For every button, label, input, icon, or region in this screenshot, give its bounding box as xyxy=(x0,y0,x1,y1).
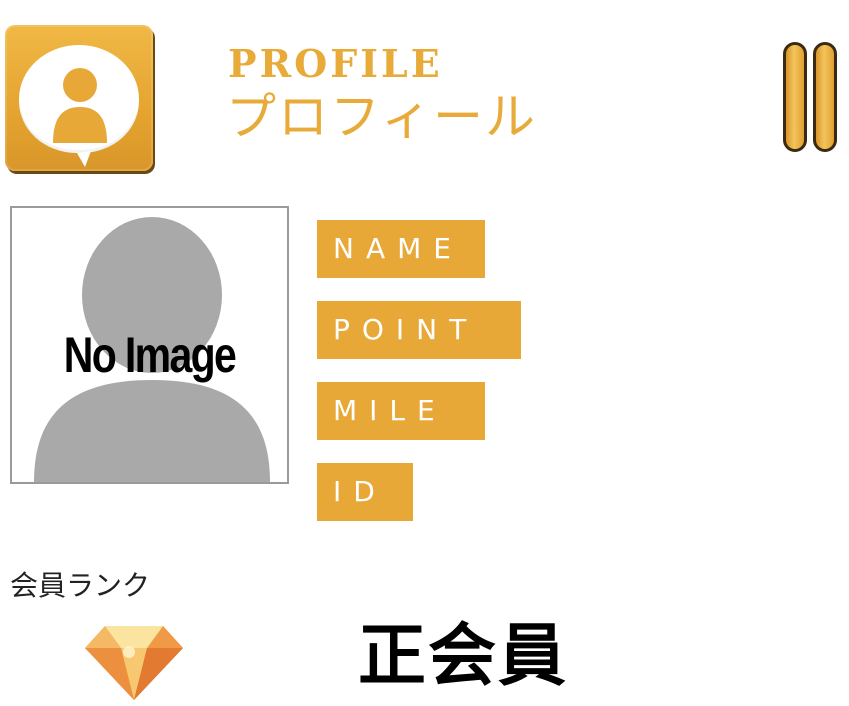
name-label: NAME xyxy=(317,220,485,278)
pause-icon-bar xyxy=(813,42,837,152)
page-title-english: PROFILE xyxy=(228,41,443,86)
mile-label: MILE xyxy=(317,382,485,440)
id-label: ID xyxy=(317,463,413,521)
user-speech-bubble-icon xyxy=(53,68,107,167)
pause-icon xyxy=(783,42,807,152)
no-image-label: No Image xyxy=(63,327,237,383)
profile-icon-button[interactable] xyxy=(5,25,153,171)
member-rank-value: 正会員 xyxy=(358,616,569,696)
member-rank-heading: 会員ランク xyxy=(10,569,151,602)
diamond-icon xyxy=(85,626,183,700)
page-title-japanese: プロフィール xyxy=(226,88,537,146)
avatar: No Image xyxy=(10,206,289,484)
pause-button[interactable] xyxy=(783,42,843,154)
point-label: POINT xyxy=(317,301,521,359)
